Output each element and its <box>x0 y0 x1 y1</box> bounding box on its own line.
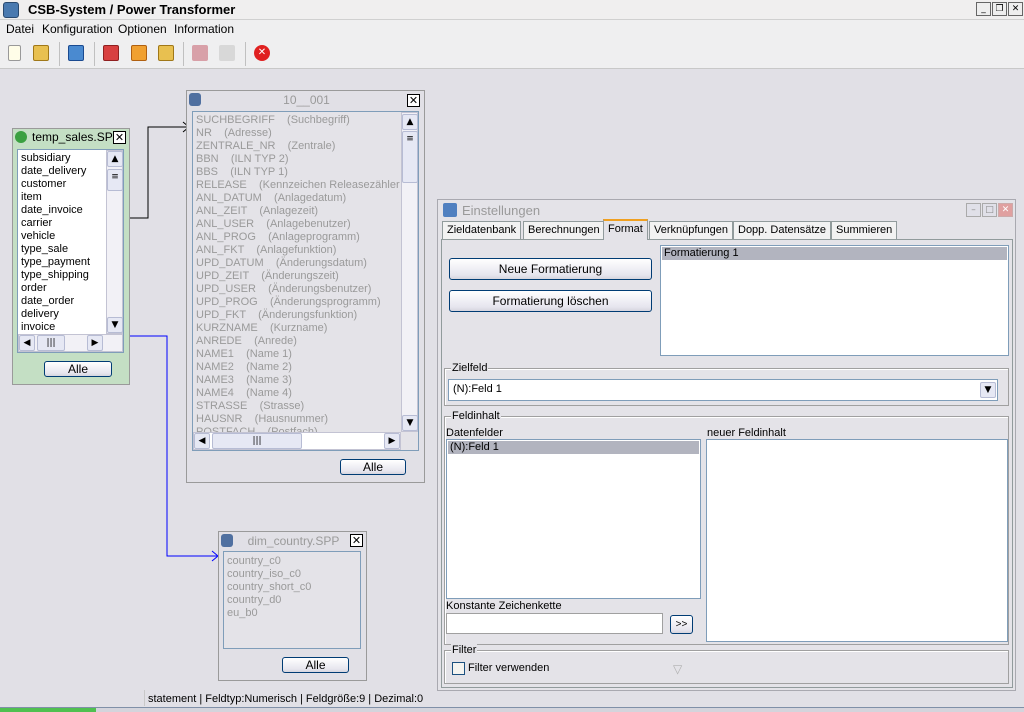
neuer-feldinhalt-label: neuer Feldinhalt <box>707 427 786 439</box>
scroll-thumb[interactable]: ||| <box>37 335 65 351</box>
filter-group-label: Filter <box>451 644 478 656</box>
field-list[interactable]: SUCHBEGRIFF (Suchbegriff) NR (Adresse) ZEN… <box>192 111 419 451</box>
field-item[interactable]: ANL_FKT (Anlagefunktion) <box>193 244 418 257</box>
field-item[interactable]: NAME1 (Name 1) <box>193 348 418 361</box>
datenfelder-item[interactable]: (N):Feld 1 <box>448 441 699 454</box>
minimize-button[interactable]: – <box>966 203 981 217</box>
neuer-feldinhalt-textarea[interactable] <box>706 439 1008 642</box>
konstante-label: Konstante Zeichenkette <box>446 600 562 612</box>
tab-zieldatenbank[interactable]: Zieldatenbank <box>442 221 522 239</box>
tab-format[interactable]: Format <box>603 219 648 240</box>
field-item[interactable]: KURZNAME (Kurzname) <box>193 322 418 335</box>
temp-sales-panel[interactable]: temp_sales.SPP ✕ subsidiary date_delivery… <box>12 128 130 385</box>
field-item[interactable]: ANL_PROG (Anlageprogramm) <box>193 231 418 244</box>
dim-country-panel[interactable]: dim_country.SPP ✕ country_c0 country_iso_… <box>218 531 367 681</box>
field-item[interactable]: NAME4 (Name 4) <box>193 387 418 400</box>
panel-title: temp_sales.SPP <box>32 130 121 144</box>
field-item[interactable]: BBN (ILN TYP 2) <box>193 153 418 166</box>
field-item[interactable]: ZENTRALE_NR (Zentrale) <box>193 140 418 153</box>
panel-title: 10__001 <box>283 93 330 107</box>
field-item[interactable]: country_c0 <box>224 555 360 568</box>
field-item[interactable]: country_iso_c0 <box>224 568 360 581</box>
filter-icon[interactable]: ▽ <box>673 662 682 676</box>
field-item[interactable]: country_d0 <box>224 594 360 607</box>
horizontal-scrollbar[interactable]: ◀ ||| ▶ <box>193 432 401 450</box>
field-list[interactable]: subsidiary date_delivery customer item date_… <box>17 149 124 353</box>
close-icon[interactable]: ✕ <box>350 534 363 547</box>
database-icon <box>15 131 27 143</box>
field-item[interactable]: UPD_USER (Änderungsbenutzer) <box>193 283 418 296</box>
scroll-up-icon[interactable]: ▲ <box>402 114 418 130</box>
new-format-button[interactable]: Neue Formatierung <box>449 258 652 280</box>
field-item[interactable]: NAME3 (Name 3) <box>193 374 418 387</box>
scroll-left-icon[interactable]: ◀ <box>19 335 35 351</box>
table-10-001-panel[interactable]: 10__001 ✕ SUCHBEGRIFF (Suchbegriff) NR (A… <box>186 90 425 483</box>
field-item[interactable]: ANL_ZEIT (Anlagezeit) <box>193 205 418 218</box>
settings-icon <box>443 203 457 217</box>
field-item[interactable]: NAME2 (Name 2) <box>193 361 418 374</box>
field-item[interactable]: UPD_FKT (Änderungsfunktion) <box>193 309 418 322</box>
scroll-right-icon[interactable]: ▶ <box>87 335 103 351</box>
field-item[interactable]: UPD_ZEIT (Änderungszeit) <box>193 270 418 283</box>
scroll-thumb[interactable]: ≡ <box>402 131 418 183</box>
status-text: statement | Feldtyp:Numerisch | Feldgröß… <box>148 693 424 705</box>
format-list[interactable]: Formatierung 1 <box>660 245 1009 356</box>
field-list[interactable]: country_c0 country_iso_c0 country_short_c0… <box>223 551 361 649</box>
filter-checkbox[interactable] <box>452 662 465 675</box>
add-constant-button[interactable]: >> <box>670 615 693 634</box>
zielfeld-select[interactable]: (N):Feld 1 ▼ <box>448 379 998 401</box>
datenfelder-list[interactable]: (N):Feld 1 <box>446 439 701 599</box>
field-item[interactable]: ANREDE (Anrede) <box>193 335 418 348</box>
scroll-thumb[interactable]: ||| <box>212 433 302 449</box>
tab-summieren[interactable]: Summieren <box>831 221 898 239</box>
close-button[interactable]: ✕ <box>998 203 1013 217</box>
tab-berechnungen[interactable]: Berechnungen <box>523 221 605 239</box>
all-button[interactable]: Alle <box>340 459 406 475</box>
maximize-button[interactable]: □ <box>982 203 997 217</box>
taskbar <box>0 707 1024 712</box>
delete-format-button[interactable]: Formatierung löschen <box>449 290 652 312</box>
close-icon[interactable]: ✕ <box>407 94 420 107</box>
field-item[interactable]: UPD_DATUM (Änderungsdatum) <box>193 257 418 270</box>
field-item[interactable]: BBS (ILN TYP 1) <box>193 166 418 179</box>
scroll-down-icon[interactable]: ▼ <box>107 317 123 333</box>
field-item[interactable]: SUCHBEGRIFF (Suchbegriff) <box>193 114 418 127</box>
scroll-down-icon[interactable]: ▼ <box>402 415 418 431</box>
vertical-scrollbar[interactable]: ▲ ≡ ▼ <box>401 112 418 432</box>
tab-verknuepfungen[interactable]: Verknüpfungen <box>649 221 734 239</box>
zielfeld-value: (N):Feld 1 <box>453 383 502 395</box>
scroll-up-icon[interactable]: ▲ <box>107 151 123 167</box>
field-item[interactable]: eu_b0 <box>224 607 360 620</box>
all-button[interactable]: Alle <box>282 657 349 673</box>
settings-title: Einstellungen <box>462 203 541 218</box>
panel-title: dim_country.SPP <box>247 534 340 548</box>
field-item[interactable]: ANL_DATUM (Anlagedatum) <box>193 192 418 205</box>
field-item[interactable]: HAUSNR (Hausnummer) <box>193 413 418 426</box>
feldinhalt-label: Feldinhalt <box>451 410 501 422</box>
filter-checkbox-label: Filter verwenden <box>468 662 550 674</box>
all-button[interactable]: Alle <box>44 361 112 377</box>
zielfeld-label: Zielfeld <box>451 362 489 374</box>
scroll-thumb[interactable]: ≡ <box>107 169 123 191</box>
chevron-down-icon[interactable]: ▼ <box>980 382 996 398</box>
field-item[interactable]: country_short_c0 <box>224 581 360 594</box>
konstante-input[interactable] <box>446 613 663 634</box>
connector-line <box>130 126 188 219</box>
datenfelder-label: Datenfelder <box>446 427 503 439</box>
field-item[interactable]: NR (Adresse) <box>193 127 418 140</box>
progress-indicator <box>0 708 96 712</box>
field-item[interactable]: STRASSE (Strasse) <box>193 400 418 413</box>
field-item[interactable]: ANL_USER (Anlagebenutzer) <box>193 218 418 231</box>
format-list-item[interactable]: Formatierung 1 <box>662 247 1007 260</box>
scroll-right-icon[interactable]: ▶ <box>384 433 400 449</box>
field-item[interactable]: RELEASE (Kennzeichen Releasezähler S <box>193 179 418 192</box>
horizontal-scrollbar[interactable]: ◀ ||| ▶ <box>18 334 123 352</box>
field-item[interactable]: UPD_PROG (Änderungsprogramm) <box>193 296 418 309</box>
close-icon[interactable]: ✕ <box>113 131 126 144</box>
scroll-left-icon[interactable]: ◀ <box>194 433 210 449</box>
tab-dopp-datensaetze[interactable]: Dopp. Datensätze <box>733 221 832 239</box>
vertical-scrollbar[interactable]: ▲ ≡ ▼ <box>106 150 123 334</box>
